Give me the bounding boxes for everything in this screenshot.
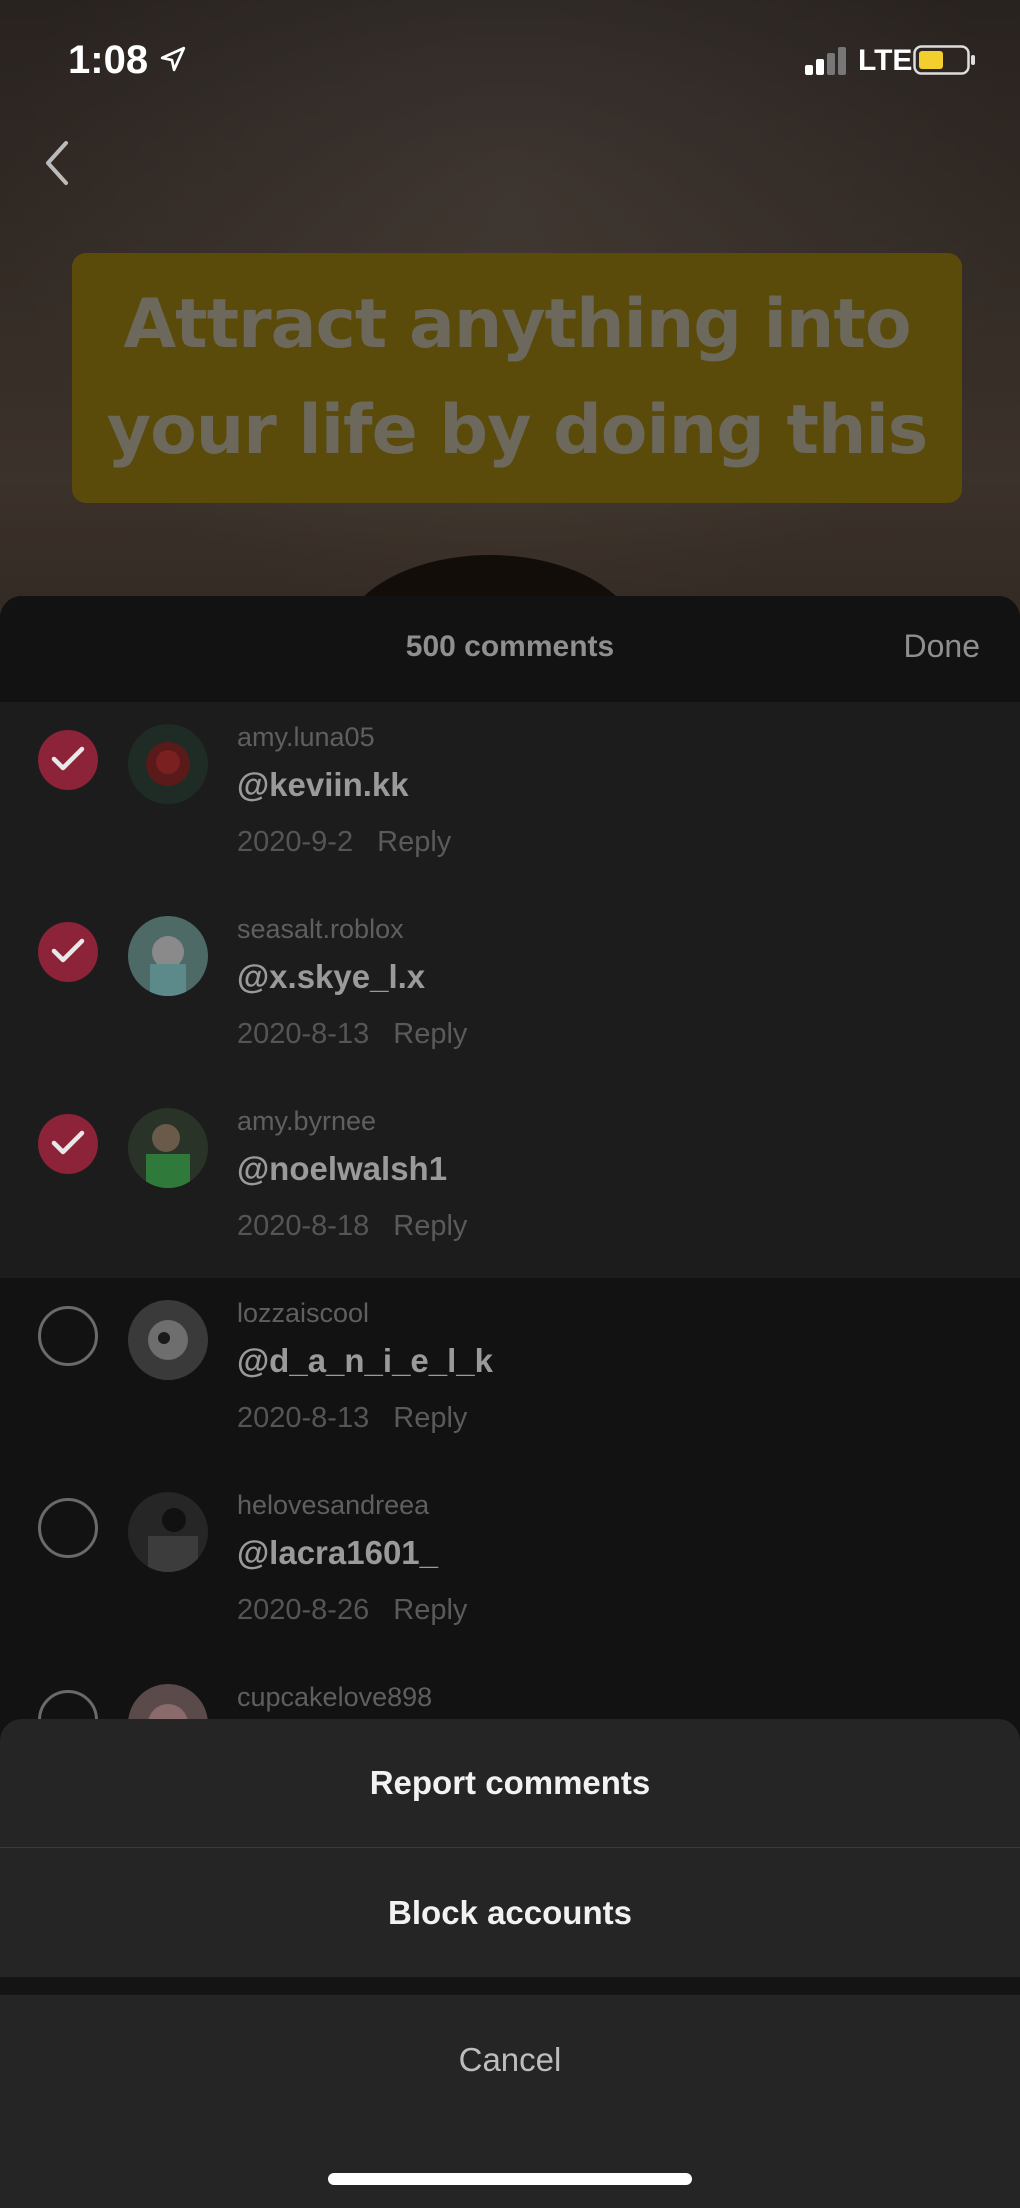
comment-list: amy.luna05 @keviin.kk 2020-9-2 Reply sea… [0, 702, 1020, 1722]
comment-text: @lacra1601_ [237, 1534, 439, 1571]
cancel-area: Cancel [0, 1995, 1020, 2208]
reply-button[interactable]: Reply [393, 1210, 467, 1242]
checkbox-checked[interactable] [38, 730, 98, 790]
comment-meta: 2020-8-13 Reply [237, 1402, 467, 1435]
comment-meta: 2020-8-18 Reply [237, 1210, 467, 1243]
reply-button[interactable]: Reply [393, 1018, 467, 1050]
comment-username[interactable]: helovesandreea [237, 1490, 429, 1521]
avatar[interactable] [128, 724, 208, 804]
comment-text: @keviin.kk [237, 766, 409, 803]
status-time: 1:08 [68, 38, 149, 82]
cancel-button[interactable]: Cancel [0, 1995, 1020, 2125]
comment-text: @x.skye_l.x [237, 958, 426, 995]
avatar[interactable] [128, 1492, 208, 1572]
avatar[interactable] [128, 1684, 208, 1722]
block-accounts-button[interactable]: Block accounts [0, 1848, 1020, 1977]
comments-header: 500 comments Done [0, 596, 1020, 702]
checkbox-checked[interactable] [38, 922, 98, 982]
checkmark-icon [51, 1130, 85, 1155]
comment-count: 500 comments [405, 630, 615, 663]
comment-username[interactable]: amy.byrnee [237, 1106, 376, 1137]
status-bar: 1:08 LTE [0, 0, 1020, 120]
checkmark-icon [51, 746, 85, 771]
comment-text: @noelwalsh1 [237, 1150, 448, 1187]
comment-date: 2020-8-13 [237, 1402, 370, 1434]
checkbox-checked[interactable] [38, 1114, 98, 1174]
comment-date: 2020-8-26 [237, 1594, 370, 1626]
report-comments-button[interactable]: Report comments [0, 1719, 1020, 1848]
comment-meta: 2020-9-2 Reply [237, 826, 451, 859]
comment-username[interactable]: lozzaiscool [237, 1298, 369, 1329]
comment-date: 2020-8-13 [237, 1018, 370, 1050]
comment-row[interactable]: amy.byrnee @noelwalsh1 2020-8-18 Reply [0, 1086, 1020, 1278]
battery-icon [913, 45, 975, 75]
comment-date: 2020-9-2 [237, 826, 354, 858]
location-arrow-icon [160, 46, 186, 72]
comment-row[interactable]: seasalt.roblox @x.skye_l.x 2020-8-13 Rep… [0, 894, 1020, 1086]
avatar[interactable] [128, 1300, 208, 1380]
reply-button[interactable]: Reply [393, 1402, 467, 1434]
action-group: Report comments Block accounts [0, 1719, 1020, 1977]
avatar[interactable] [128, 1108, 208, 1188]
reply-button[interactable]: Reply [393, 1594, 467, 1626]
checkbox-unchecked[interactable] [38, 1690, 98, 1722]
comment-date: 2020-8-18 [237, 1210, 370, 1242]
back-chevron-icon[interactable] [36, 135, 80, 191]
checkmark-icon [51, 938, 85, 963]
action-sheet-separator [0, 1977, 1020, 1995]
action-sheet: Report comments Block accounts Cancel [0, 1719, 1020, 2208]
home-indicator[interactable] [328, 2173, 692, 2185]
checkbox-unchecked[interactable] [38, 1306, 98, 1366]
comment-row[interactable]: helovesandreea @lacra1601_ 2020-8-26 Rep… [0, 1470, 1020, 1662]
comment-meta: 2020-8-26 Reply [237, 1594, 467, 1627]
comment-meta: 2020-8-13 Reply [237, 1018, 467, 1051]
comment-text: @d_a_n_i_e_l_k [237, 1342, 494, 1379]
comment-row[interactable]: lozzaiscool @d_a_n_i_e_l_k 2020-8-13 Rep… [0, 1278, 1020, 1470]
reply-button[interactable]: Reply [377, 826, 451, 858]
comment-row[interactable]: amy.luna05 @keviin.kk 2020-9-2 Reply [0, 702, 1020, 894]
comment-row[interactable]: cupcakelove898 [0, 1662, 1020, 1722]
network-type: LTE [858, 44, 913, 77]
done-button[interactable]: Done [904, 628, 981, 665]
checkbox-unchecked[interactable] [38, 1498, 98, 1558]
comment-username[interactable]: cupcakelove898 [237, 1682, 432, 1713]
comment-username[interactable]: amy.luna05 [237, 722, 375, 753]
signal-strength-icon [805, 47, 846, 75]
comment-username[interactable]: seasalt.roblox [237, 914, 404, 945]
avatar[interactable] [128, 916, 208, 996]
